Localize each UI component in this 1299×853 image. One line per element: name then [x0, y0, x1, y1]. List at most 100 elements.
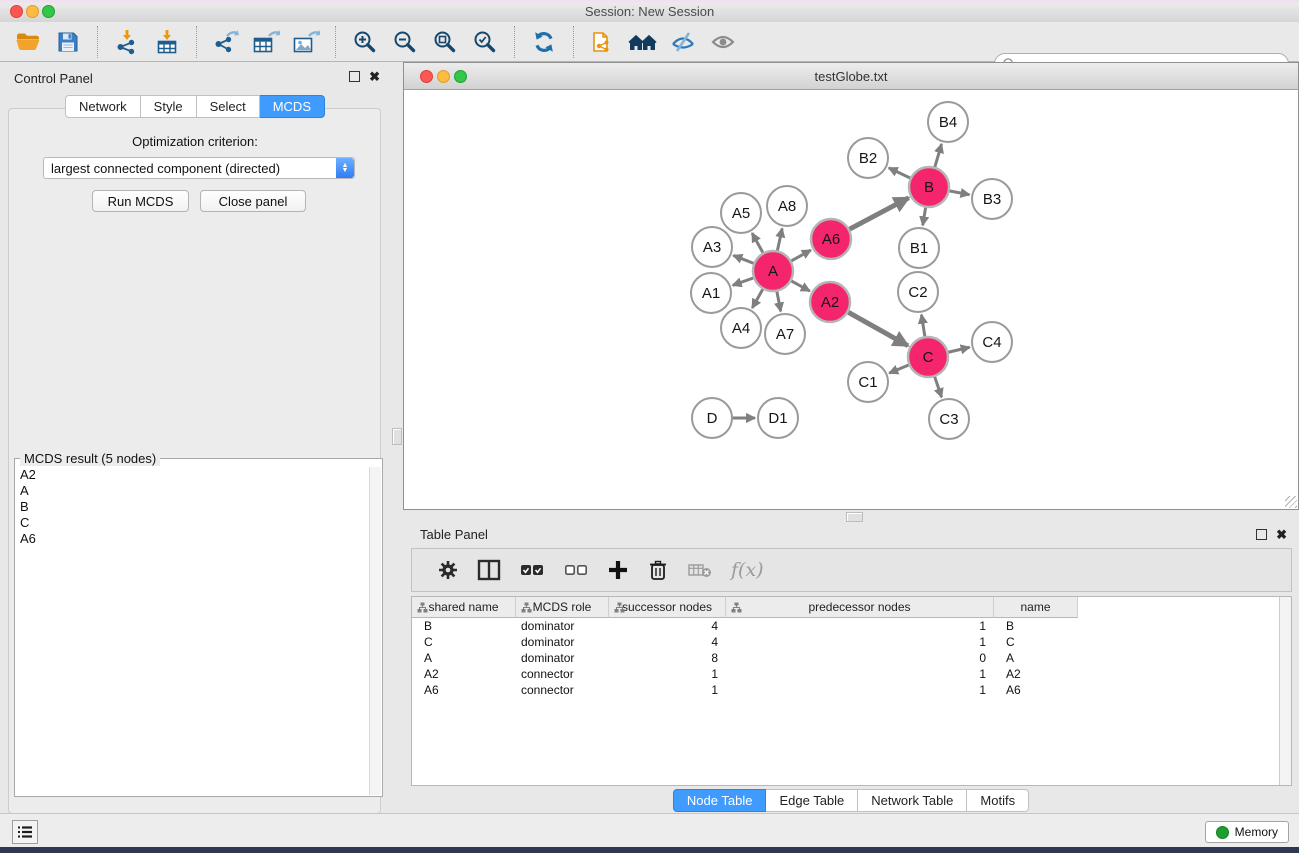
column-header-name[interactable]: name [994, 597, 1078, 618]
split-columns-icon[interactable] [477, 555, 501, 585]
edge-A2-C[interactable] [846, 311, 908, 346]
function-builder-icon[interactable]: f(x) [731, 555, 764, 585]
edge-B-B4[interactable] [934, 144, 941, 170]
column-header-successor-nodes[interactable]: successor nodes [609, 597, 726, 618]
table-cell[interactable]: A [994, 651, 1078, 665]
select-all-columns-icon[interactable] [519, 555, 545, 585]
table-row[interactable]: A2connector11A2 [412, 666, 1291, 682]
table-cell[interactable]: B [412, 619, 516, 633]
edge-A6-B[interactable] [847, 198, 909, 231]
tab-network-table[interactable]: Network Table [858, 789, 967, 812]
graph-node-A3[interactable]: A3 [692, 227, 732, 267]
graph-node-A1[interactable]: A1 [691, 273, 731, 313]
graph-node-A2[interactable]: A2 [810, 282, 850, 322]
save-session-icon[interactable] [53, 27, 83, 57]
graph-node-C[interactable]: C [908, 337, 948, 377]
graph-node-C4[interactable]: C4 [972, 322, 1012, 362]
table-cell[interactable]: 1 [726, 619, 994, 633]
close-panel-icon[interactable]: ✖ [369, 71, 380, 82]
table-cell[interactable]: 4 [609, 635, 726, 649]
zoom-out-icon[interactable] [390, 27, 420, 57]
graph-node-A[interactable]: A [753, 251, 793, 291]
network-window-titlebar[interactable]: testGlobe.txt [404, 63, 1298, 90]
column-header-shared-name[interactable]: shared name [412, 597, 516, 618]
splitter-handle[interactable] [846, 512, 863, 522]
new-network-from-selection-icon[interactable] [588, 27, 618, 57]
table-cell[interactable]: dominator [516, 635, 609, 649]
table-row[interactable]: Cdominator41C [412, 634, 1291, 650]
table-cell[interactable]: A2 [994, 667, 1078, 681]
edge-C-C4[interactable] [946, 347, 970, 353]
delete-table-icon[interactable] [687, 555, 713, 585]
edge-A-A6[interactable] [789, 250, 811, 262]
edge-A-A5[interactable] [752, 233, 764, 255]
gear-icon[interactable] [437, 555, 459, 585]
open-session-icon[interactable] [13, 27, 43, 57]
tab-mcds[interactable]: MCDS [260, 95, 325, 118]
vertical-splitter[interactable] [390, 62, 403, 813]
edge-B-B3[interactable] [947, 190, 970, 194]
graph-node-A8[interactable]: A8 [767, 186, 807, 226]
graph-node-B[interactable]: B [909, 167, 949, 207]
graph-node-A6[interactable]: A6 [811, 219, 851, 259]
graph-node-B2[interactable]: B2 [848, 138, 888, 178]
table-cell[interactable]: C [994, 635, 1078, 649]
export-image-icon[interactable] [291, 27, 321, 57]
import-table-icon[interactable] [152, 27, 182, 57]
table-cell[interactable]: A6 [412, 683, 516, 697]
graph-node-A4[interactable]: A4 [721, 308, 761, 348]
result-list-item[interactable]: A2 [16, 467, 370, 483]
zoom-fit-icon[interactable] [430, 27, 460, 57]
delete-column-icon[interactable] [647, 555, 669, 585]
horizontal-splitter[interactable] [403, 510, 1299, 523]
export-table-icon[interactable] [251, 27, 281, 57]
table-cell[interactable]: 8 [609, 651, 726, 665]
memory-button[interactable]: Memory [1205, 821, 1289, 843]
show-all-icon[interactable] [708, 27, 738, 57]
table-cell[interactable]: dominator [516, 651, 609, 665]
import-network-icon[interactable] [112, 27, 142, 57]
edge-C-C1[interactable] [889, 364, 911, 373]
tab-edge-table[interactable]: Edge Table [766, 789, 858, 812]
tab-network[interactable]: Network [65, 95, 141, 118]
graph-node-C3[interactable]: C3 [929, 399, 969, 439]
table-cell[interactable]: A2 [412, 667, 516, 681]
column-header-MCDS-role[interactable]: MCDS role [516, 597, 609, 618]
table-row[interactable]: Adominator80A [412, 650, 1291, 666]
graph-node-D1[interactable]: D1 [758, 398, 798, 438]
add-column-icon[interactable] [607, 555, 629, 585]
resize-grip[interactable] [1285, 496, 1297, 508]
close-panel-icon[interactable]: ✖ [1276, 529, 1287, 540]
table-cell[interactable]: connector [516, 683, 609, 697]
graph-node-B4[interactable]: B4 [928, 102, 968, 142]
table-cell[interactable]: dominator [516, 619, 609, 633]
table-row[interactable]: A6connector11A6 [412, 682, 1291, 698]
column-header-predecessor-nodes[interactable]: predecessor nodes [726, 597, 994, 618]
edge-A-A8[interactable] [777, 228, 782, 253]
zoom-selected-icon[interactable] [470, 27, 500, 57]
tab-node-table[interactable]: Node Table [673, 789, 767, 812]
graph-node-D[interactable]: D [692, 398, 732, 438]
graph-node-C2[interactable]: C2 [898, 272, 938, 312]
edge-A-A3[interactable] [733, 255, 756, 264]
edge-A-A4[interactable] [752, 287, 764, 308]
edge-A-A1[interactable] [733, 277, 756, 285]
edge-C-C2[interactable] [921, 315, 925, 339]
table-cell[interactable]: C [412, 635, 516, 649]
table-cell[interactable]: 1 [726, 667, 994, 681]
result-list-item[interactable]: C [16, 515, 370, 531]
tab-motifs[interactable]: Motifs [967, 789, 1029, 812]
zoom-in-icon[interactable] [350, 27, 380, 57]
task-history-button[interactable] [12, 820, 38, 844]
hide-selection-icon[interactable] [668, 27, 698, 57]
table-scrollbar[interactable] [1279, 597, 1291, 785]
first-neighbors-icon[interactable] [628, 27, 658, 57]
table-cell[interactable]: 0 [726, 651, 994, 665]
graph-node-C1[interactable]: C1 [848, 362, 888, 402]
graph-node-B3[interactable]: B3 [972, 179, 1012, 219]
graph-node-A7[interactable]: A7 [765, 314, 805, 354]
network-graph-canvas[interactable]: AA1A2A3A4A5A6A7A8BB1B2B3B4CC1C2C3C4DD1 [404, 89, 1298, 509]
result-scrollbar[interactable] [369, 467, 381, 795]
tab-select[interactable]: Select [197, 95, 260, 118]
float-panel-icon[interactable] [1256, 529, 1267, 540]
